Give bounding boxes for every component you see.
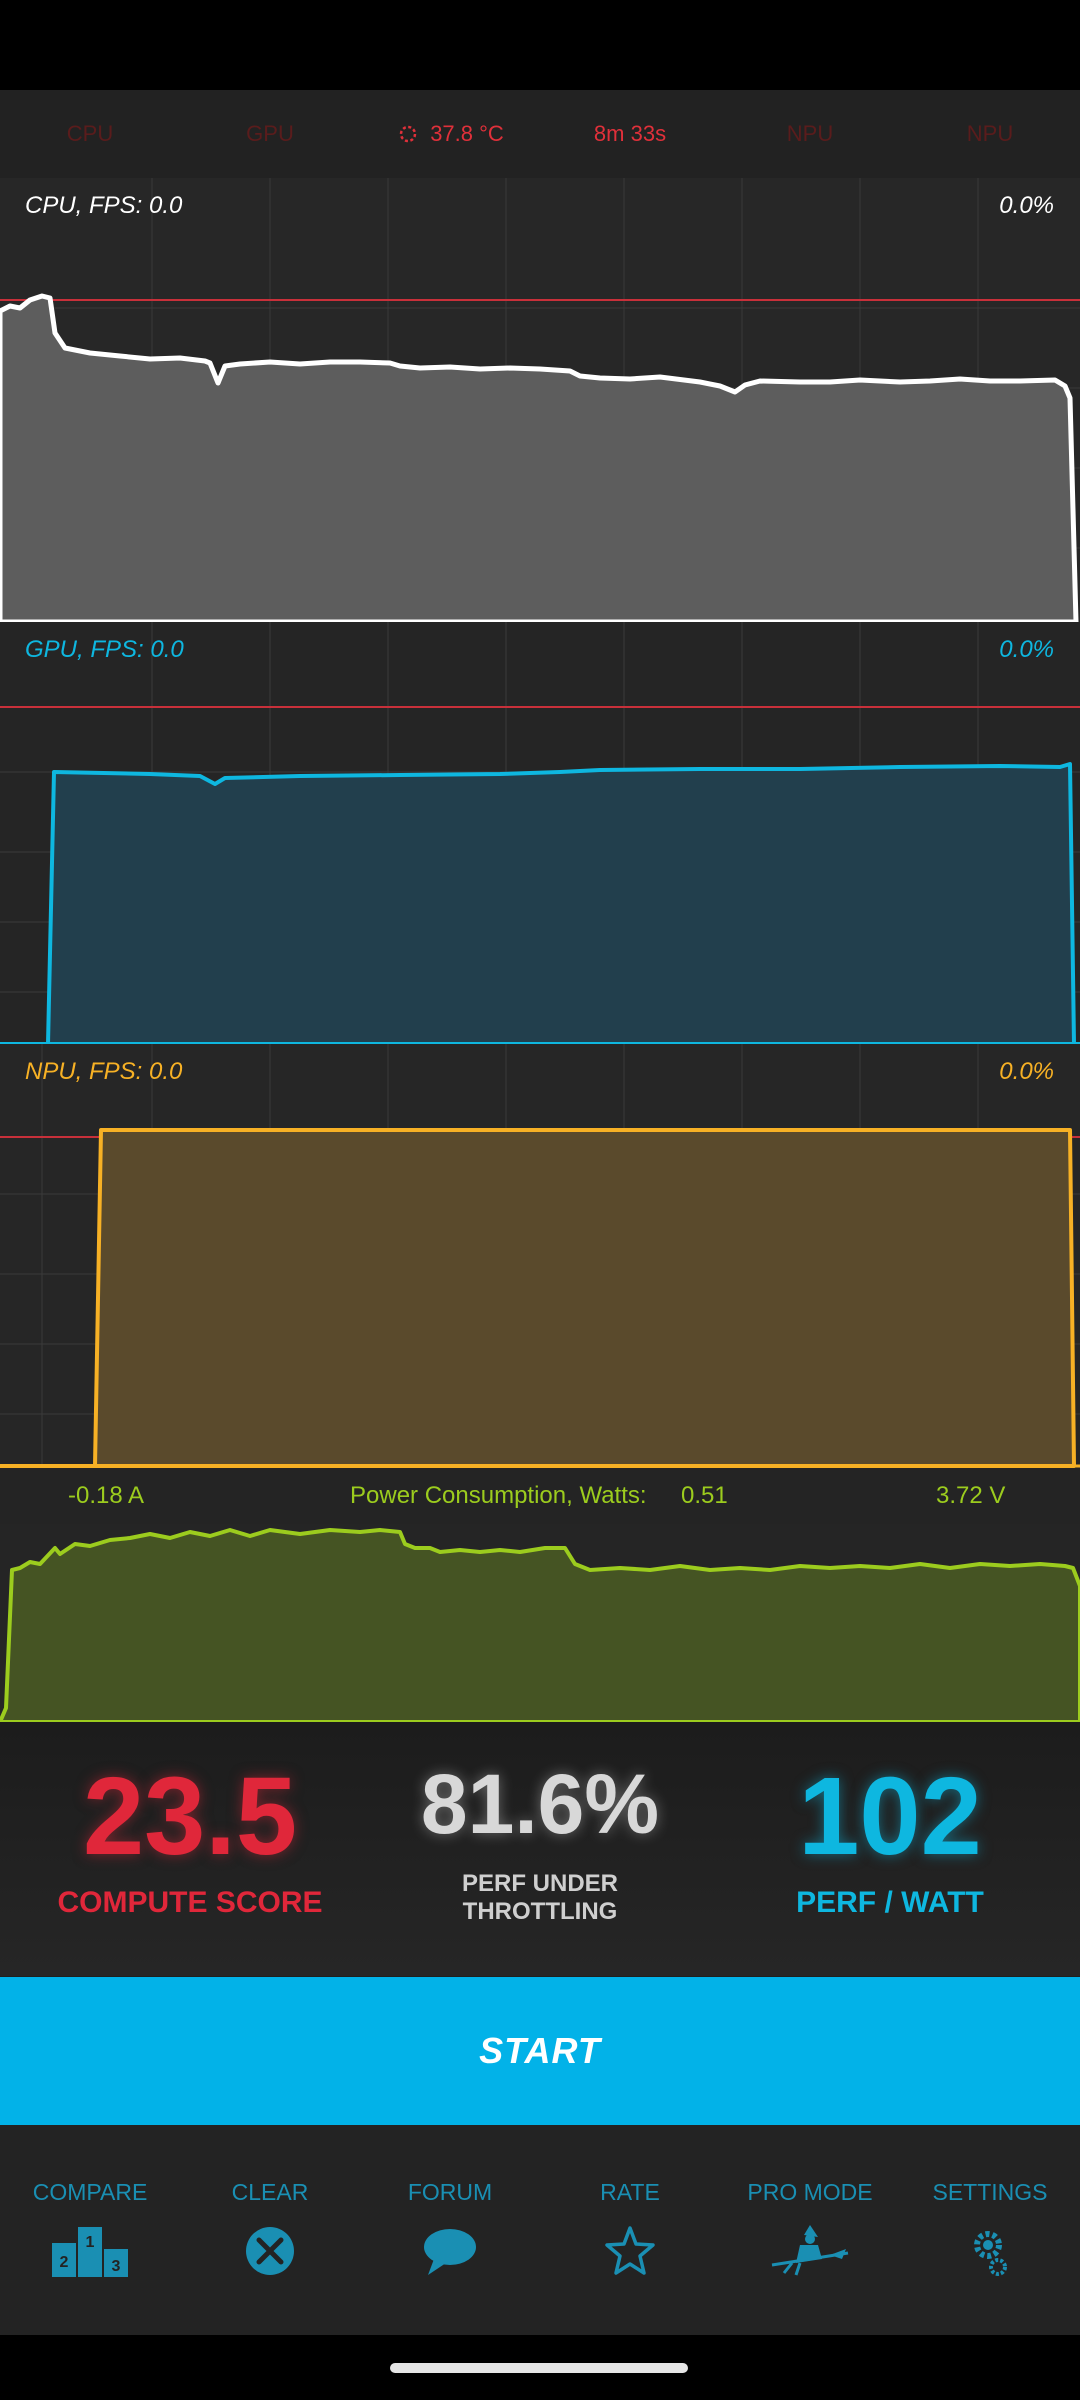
- nav-forum[interactable]: FORUM: [360, 2125, 540, 2335]
- cpu-panel: CPU, FPS: 0.0 0.0%: [0, 178, 1080, 622]
- throttling-label-line2: THROTTLING: [462, 1898, 618, 1925]
- temperature-value: 37.8 °C: [430, 121, 504, 146]
- perf-per-watt-label: PERF / WATT: [796, 1886, 984, 1919]
- nav-settings[interactable]: SETTINGS: [900, 2125, 1080, 2335]
- gpu-fps-label: GPU, FPS: 0.0: [25, 636, 184, 663]
- throttling-score: 81.6% PERF UNDER THROTTLING: [380, 1762, 700, 1926]
- tab-npu-2[interactable]: NPU: [900, 121, 1080, 147]
- nav-forum-label: FORUM: [407, 2179, 493, 2205]
- cpu-percent: 0.0%: [999, 192, 1054, 219]
- nav-compare[interactable]: COMPARE 2 1 3: [0, 2125, 180, 2335]
- gpu-percent: 0.0%: [999, 636, 1054, 663]
- nav-clear[interactable]: CLEAR: [180, 2125, 360, 2335]
- score-summary: 23.5 COMPUTE SCORE 81.6% PERF UNDER THRO…: [0, 1722, 1080, 1976]
- npu-graph: [0, 1044, 1080, 1468]
- svg-text:1: 1: [86, 2234, 95, 2251]
- compute-score-label: COMPUTE SCORE: [57, 1886, 323, 1919]
- gpu-load-area: [0, 762, 1076, 1044]
- gear-icon: [974, 2231, 1007, 2276]
- power-panel: -0.18 A Power Consumption, Watts: 0.51 3…: [0, 1468, 1080, 1722]
- cpu-fps-label: CPU, FPS: 0.0: [25, 192, 183, 219]
- tab-npu-1[interactable]: NPU: [720, 121, 900, 147]
- nav-settings-label: SETTINGS: [932, 2179, 1048, 2205]
- star-icon: [605, 2226, 655, 2275]
- compute-score: 23.5 COMPUTE SCORE: [20, 1762, 360, 1920]
- clear-x-icon: [246, 2227, 294, 2275]
- cpu-graph: [0, 178, 1080, 622]
- bottom-navigation: COMPARE 2 1 3 CLEAR FORUM RATE PRO MODE: [0, 2125, 1080, 2335]
- nav-rate-label: RATE: [600, 2179, 660, 2205]
- tab-gpu[interactable]: GPU: [180, 121, 360, 147]
- compute-score-value: 23.5: [82, 1755, 298, 1878]
- nav-pro-mode[interactable]: PRO MODE: [720, 2125, 900, 2335]
- gpu-panel: GPU, FPS: 0.0 0.0%: [0, 622, 1080, 1044]
- svg-text:2: 2: [60, 2254, 69, 2271]
- elapsed-time: 8m 33s: [593, 121, 667, 146]
- gpu-graph: [0, 622, 1080, 1044]
- perf-per-watt-score: 102 PERF / WATT: [720, 1762, 1060, 1920]
- monitor-tabs: CPU GPU 37.8 °C 8m 33s NPU NPU: [0, 90, 1080, 178]
- witch-icon: [771, 2225, 849, 2276]
- power-consumption-area: [0, 1528, 1080, 1722]
- npu-panel: NPU, FPS: 0.0 0.0%: [0, 1044, 1080, 1468]
- throttling-value: 81.6%: [420, 1757, 660, 1851]
- temperature-icon: [399, 125, 417, 143]
- throttling-label: PERF UNDER THROTTLING: [380, 1870, 700, 1926]
- nav-clear-label: CLEAR: [231, 2179, 309, 2205]
- svg-text:3: 3: [112, 2258, 121, 2275]
- npu-fps-label: NPU, FPS: 0.0: [25, 1058, 183, 1085]
- perf-per-watt-value: 102: [798, 1755, 982, 1878]
- speech-bubble-icon: [424, 2229, 476, 2275]
- throttling-label-line1: PERF UNDER: [461, 1870, 618, 1897]
- npu-load-area: [0, 1128, 1076, 1468]
- cpu-load-area: [0, 293, 1079, 622]
- tab-cpu[interactable]: CPU: [0, 121, 180, 147]
- nav-pro-mode-label: PRO MODE: [747, 2179, 873, 2205]
- home-indicator[interactable]: [390, 2363, 688, 2373]
- start-button[interactable]: START: [0, 1977, 1080, 2125]
- temperature-readout: 37.8 °C: [360, 121, 540, 147]
- podium-icon: 2 1 3: [52, 2227, 128, 2277]
- status-bar: [0, 0, 1080, 90]
- nav-compare-label: COMPARE: [32, 2179, 148, 2205]
- nav-rate[interactable]: RATE: [540, 2125, 720, 2335]
- npu-percent: 0.0%: [999, 1058, 1054, 1085]
